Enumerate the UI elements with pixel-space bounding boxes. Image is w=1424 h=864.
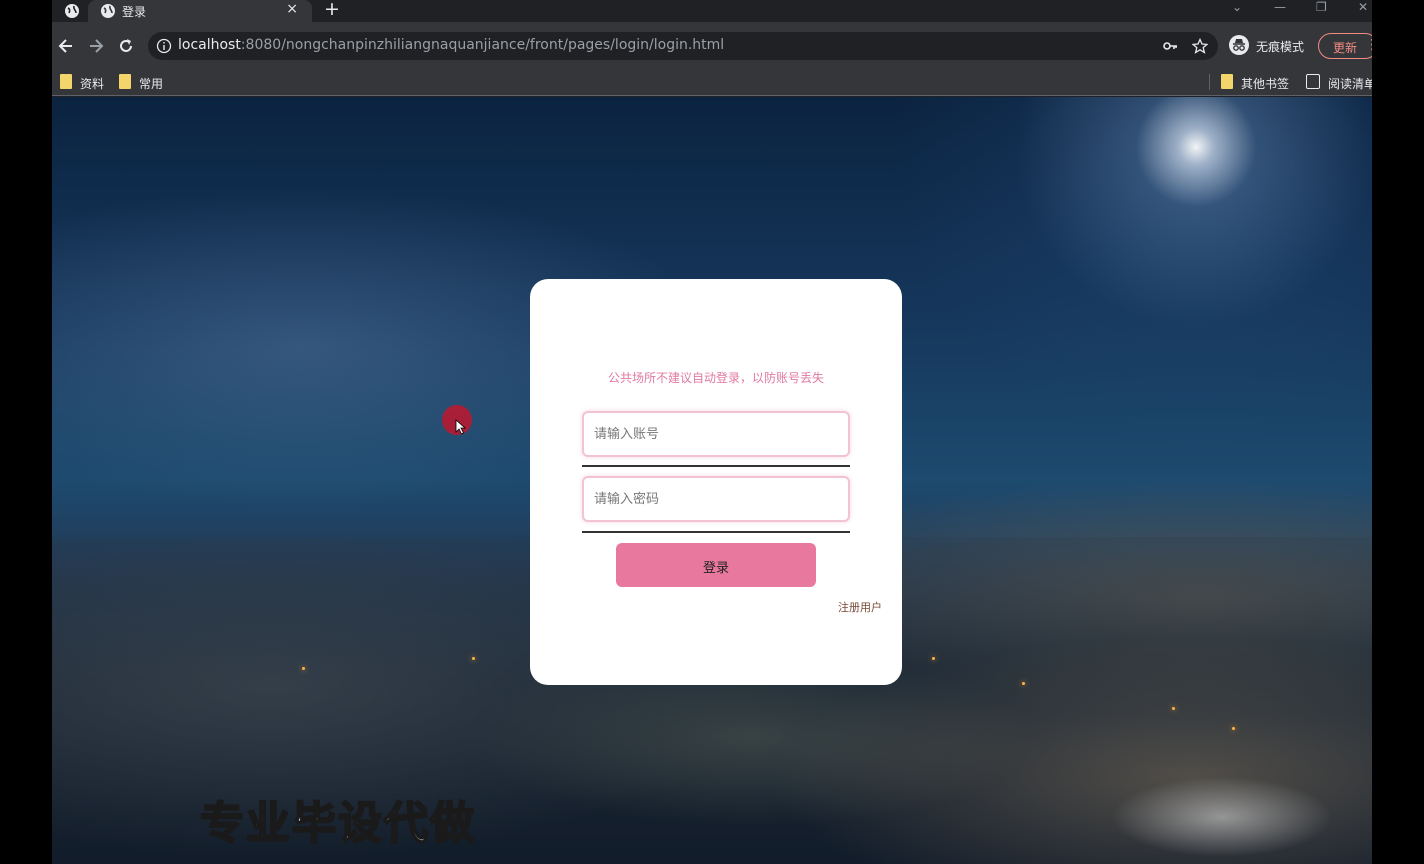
password-field[interactable] — [582, 476, 850, 522]
info-icon[interactable] — [156, 38, 172, 54]
page-viewport: 公共场所不建议自动登录，以防账号丢失 登录 注册用户 专业毕设代做 — [52, 97, 1372, 864]
new-tab-button[interactable]: + — [324, 0, 340, 20]
cursor-arrow-icon — [455, 419, 467, 435]
bookmark-star-icon[interactable] — [1192, 38, 1208, 54]
login-card: 公共场所不建议自动登录，以防账号丢失 登录 注册用户 — [530, 279, 902, 685]
incognito-label: 无痕模式 — [1256, 40, 1305, 54]
folder-icon — [119, 74, 131, 89]
watermark-text: 专业毕设代做 — [199, 797, 476, 850]
menu-dots-icon[interactable]: ⋮ — [1365, 37, 1372, 53]
folder-icon — [1221, 74, 1233, 89]
login-notice: 公共场所不建议自动登录，以防账号丢失 — [607, 371, 824, 385]
tab-close-icon[interactable]: × — [286, 1, 298, 17]
password-underline — [582, 531, 850, 533]
login-button[interactable]: 登录 — [616, 543, 816, 587]
minimize-button[interactable]: — — [1274, 0, 1286, 14]
incognito-icon — [1229, 35, 1249, 55]
city-light — [1022, 682, 1025, 685]
bookmarks-bar: 资料 常用 其他书签 阅读清单 — [52, 68, 1372, 96]
city-light — [932, 657, 935, 660]
password-input[interactable] — [584, 478, 848, 520]
url-host: localhost — [178, 37, 241, 53]
city-light — [1232, 727, 1235, 730]
city-light — [302, 667, 305, 670]
globe-icon — [101, 4, 115, 18]
forward-arrow-icon[interactable] — [86, 36, 106, 56]
reading-list-icon — [1306, 74, 1320, 89]
globe-icon[interactable] — [64, 3, 80, 19]
address-bar[interactable]: localhost:8080/nongchanpinzhiliangnaquan… — [148, 32, 1218, 60]
restore-button[interactable]: ❐ — [1316, 0, 1327, 14]
register-link[interactable]: 注册用户 — [838, 599, 882, 615]
background-moonlit-water — [1112, 767, 1332, 864]
bookmark-label: 资料 — [80, 77, 105, 91]
account-input[interactable] — [584, 413, 848, 455]
reload-icon[interactable] — [116, 36, 136, 56]
folder-icon — [60, 74, 72, 89]
update-button[interactable]: 更新 ⋮ — [1318, 33, 1372, 59]
tab-login[interactable]: 登录 × — [88, 0, 312, 22]
tab-title: 登录 — [122, 5, 147, 19]
tab-search-chevron-icon[interactable]: ⌄ — [1232, 0, 1242, 14]
back-arrow-icon[interactable] — [56, 36, 76, 56]
tab-strip: 登录 × + ⌄ — ❐ ✕ — [52, 0, 1372, 22]
close-window-button[interactable]: ✕ — [1358, 0, 1368, 14]
city-light — [472, 657, 475, 660]
bookmarks-divider — [1209, 74, 1210, 90]
update-label: 更新 — [1333, 41, 1358, 55]
other-bookmarks-label: 其他书签 — [1241, 77, 1290, 91]
reading-list-label: 阅读清单 — [1328, 77, 1372, 91]
account-field[interactable] — [582, 411, 850, 457]
mouse-cursor-highlight — [442, 405, 472, 435]
browser-window: 登录 × + ⌄ — ❐ ✕ localhost:8080/nongchanpi… — [52, 0, 1372, 864]
login-button-label: 登录 — [702, 561, 729, 576]
city-light — [1172, 707, 1175, 710]
url-text: localhost:8080/nongchanpinzhiliangnaquan… — [178, 37, 724, 53]
browser-toolbar: localhost:8080/nongchanpinzhiliangnaquan… — [52, 22, 1372, 68]
account-underline — [582, 465, 850, 467]
key-icon[interactable] — [1162, 38, 1178, 54]
bookmark-label: 常用 — [139, 77, 164, 91]
url-path: :8080/nongchanpinzhiliangnaquanjiance/fr… — [240, 37, 725, 53]
